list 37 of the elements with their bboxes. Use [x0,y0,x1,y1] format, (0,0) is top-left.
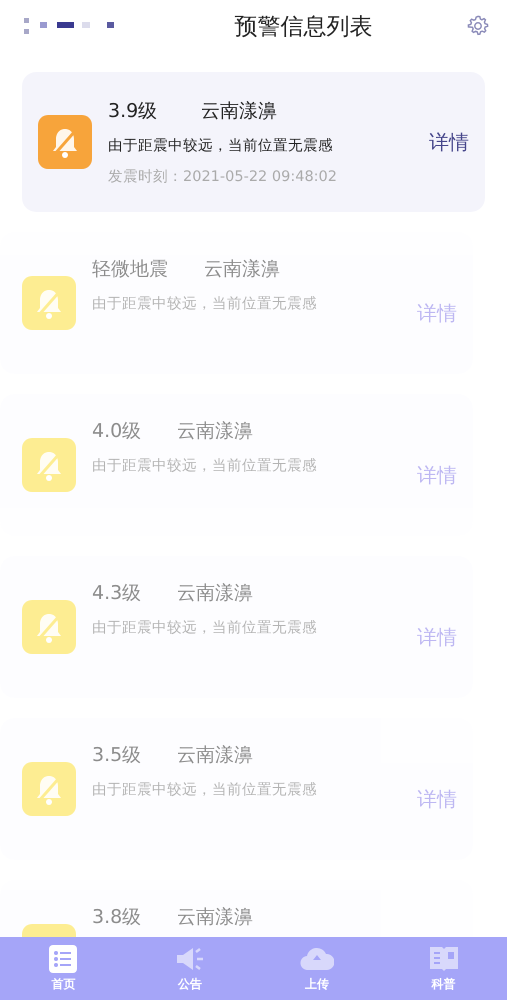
detail-link[interactable]: 详情 [417,462,457,489]
alert-message: 由于距震中较远，当前位置无震感 [92,295,318,313]
magnitude-label: 轻微地震 [92,257,168,282]
alert-message: 由于距震中较远，当前位置无震感 [108,137,334,155]
tab-item[interactable]: 首页 [23,944,104,993]
detail-link[interactable]: 详情 [417,624,457,651]
detail-link[interactable]: 详情 [429,128,469,156]
location-label: 云南漾濞 [177,905,254,930]
magnitude-label: 4.3级 [92,581,142,606]
muted-bell-icon [22,600,76,654]
location-label: 云南漾濞 [204,257,280,282]
settings-icon[interactable] [467,15,489,37]
muted-bell-icon [22,438,76,492]
detail-link[interactable]: 详情 [417,786,457,813]
alert-message: 由于距震中较远，当前位置无震感 [92,619,318,637]
muted-bell-icon [22,762,76,816]
detail-link[interactable]: 详情 [417,300,457,327]
tab-item[interactable]: 上传 [276,944,357,993]
magnitude-label: 3.9级 [108,99,158,124]
list-icon [48,944,78,974]
alert-card[interactable]: 3.9级 云南漾濞 由于距震中较远，当前位置无震感 发震时刻：2021-05-22 09:48:02 详情 [22,72,485,212]
magnitude-label: 4.0级 [92,419,142,444]
quake-time: 发震时刻：2021-05-22 09:48:02 [108,168,338,186]
alert-message: 由于距震中较远，当前位置无震感 [92,781,318,799]
magnitude-label: 3.8级 [92,905,142,930]
location-label: 云南漾濞 [201,99,278,124]
tab-item[interactable]: 公告 [150,944,230,993]
muted-bell-icon [38,115,92,169]
magnitude-label: 3.5级 [92,743,142,768]
book-icon [428,944,459,974]
page-title: 预警信息列表 [234,12,372,42]
location-label: 云南漾濞 [177,581,254,606]
location-label: 云南漾濞 [177,419,254,444]
location-label: 云南漾濞 [177,743,254,768]
muted-bell-icon [22,276,76,330]
alert-message: 由于距震中较远，当前位置无震感 [92,457,318,475]
tab-item[interactable]: 科普 [404,944,484,993]
